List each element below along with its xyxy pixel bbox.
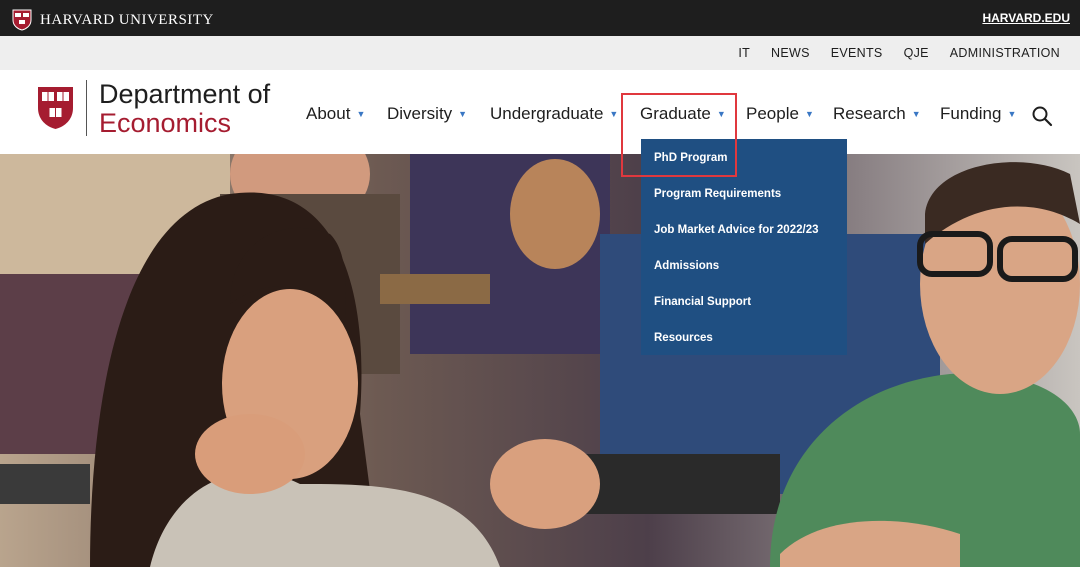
nav-label: People: [746, 104, 799, 123]
university-name: HARVARD UNIVERSITY: [40, 11, 214, 28]
caret-down-icon: ▼: [716, 109, 726, 119]
nav-label: Research: [833, 104, 906, 123]
caret-down-icon: ▼: [804, 109, 814, 119]
nav-item-graduate[interactable]: Graduate ▼: [640, 104, 726, 124]
nav-item-people[interactable]: People ▼: [746, 104, 814, 124]
caret-down-icon: ▼: [1007, 109, 1017, 119]
dropdown-item-phd-program[interactable]: PhD Program: [641, 151, 847, 187]
dropdown-item-admissions[interactable]: Admissions: [641, 259, 847, 295]
utility-link-events[interactable]: EVENTS: [831, 46, 883, 60]
harvard-university-brand[interactable]: HARVARD UNIVERSITY: [12, 9, 214, 31]
graduate-dropdown-menu: PhD Program Program Requirements Job Mar…: [641, 139, 847, 355]
harvard-edu-link[interactable]: HARVARD.EDU: [982, 11, 1070, 25]
search-icon[interactable]: [1031, 105, 1053, 127]
main-nav: About ▼ Diversity ▼ Undergraduate ▼ Graduat…: [0, 104, 1080, 128]
nav-item-undergraduate[interactable]: Undergraduate ▼: [490, 104, 618, 124]
nav-item-about[interactable]: About ▼: [306, 104, 365, 124]
hero-photo: [0, 154, 1080, 567]
dropdown-item-resources[interactable]: Resources: [641, 331, 847, 367]
hero-image: [0, 154, 1080, 567]
nav-item-funding[interactable]: Funding ▼: [940, 104, 1016, 124]
utility-link-it[interactable]: IT: [738, 46, 750, 60]
dropdown-item-job-market-advice[interactable]: Job Market Advice for 2022/23: [641, 223, 847, 259]
nav-label: About: [306, 104, 351, 123]
caret-down-icon: ▼: [356, 109, 366, 119]
nav-item-diversity[interactable]: Diversity ▼: [387, 104, 467, 124]
dropdown-item-financial-support[interactable]: Financial Support: [641, 295, 847, 331]
utility-link-qje[interactable]: QJE: [904, 46, 929, 60]
utility-link-news[interactable]: NEWS: [771, 46, 810, 60]
nav-label: Diversity: [387, 104, 453, 123]
nav-label: Funding: [940, 104, 1002, 123]
site-header: Department of Economics About ▼ Diversity…: [0, 70, 1080, 154]
utility-nav: IT NEWS EVENTS QJE ADMINISTRATION: [738, 46, 1060, 60]
harvard-shield-icon: [12, 9, 32, 31]
utility-bar: IT NEWS EVENTS QJE ADMINISTRATION: [0, 36, 1080, 70]
nav-label: Undergraduate: [490, 104, 604, 123]
utility-link-administration[interactable]: ADMINISTRATION: [950, 46, 1060, 60]
caret-down-icon: ▼: [911, 109, 921, 119]
dropdown-item-program-requirements[interactable]: Program Requirements: [641, 187, 847, 223]
nav-item-research[interactable]: Research ▼: [833, 104, 921, 124]
university-topbar: HARVARD UNIVERSITY HARVARD.EDU: [0, 0, 1080, 36]
caret-down-icon: ▼: [458, 109, 468, 119]
nav-label: Graduate: [640, 104, 711, 123]
caret-down-icon: ▼: [609, 109, 619, 119]
